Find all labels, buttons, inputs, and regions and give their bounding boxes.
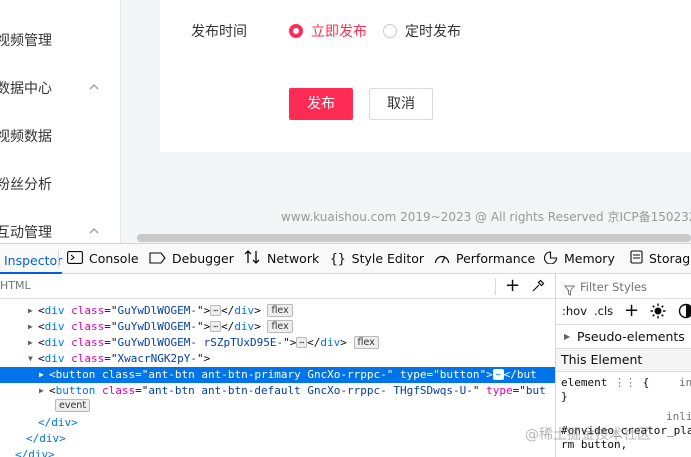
flex-badge[interactable]: flex: [267, 304, 293, 317]
rule-source-label[interactable]: inli: [666, 410, 691, 424]
tree-closing-tag: </div>: [38, 416, 78, 429]
tab-label: Console: [89, 251, 139, 266]
markup-view: HTML + ▶ <div class="GuYwDlWOGEM-"> ⋯ </di…: [0, 274, 555, 457]
ellipsis-badge: ⋯: [210, 321, 222, 332]
expand-arrow-icon[interactable]: ▶: [28, 335, 33, 351]
horizontal-scrollbar[interactable]: [137, 234, 691, 242]
radio-checked-icon: [289, 24, 303, 38]
tree-node-row[interactable]: ▶ <div class="GuYwDlWOGEM-"> ⋯ </div> flex: [0, 319, 555, 335]
tab-network[interactable]: Network: [244, 244, 319, 273]
radio-unchecked-icon: [383, 24, 397, 38]
event-badge-row: event: [0, 399, 555, 413]
storage-icon: [630, 245, 643, 274]
sidebar-item-label: 数据中心: [0, 81, 52, 97]
radio-label: 定时发布: [405, 24, 461, 40]
dark-mode-icon[interactable]: [678, 303, 691, 322]
ellipsis-badge: ⋯: [210, 305, 222, 316]
cancel-button[interactable]: 取消: [369, 88, 433, 120]
filter-styles-input[interactable]: Filter Styles: [580, 280, 647, 294]
web-app-viewport: 视频管理 数据中心 视频数据 粉丝分析 互动管理 发布时间 立即发布 定时发布 …: [0, 0, 691, 243]
hov-toggle[interactable]: :hov: [562, 304, 587, 318]
tab-label: Memory: [564, 251, 615, 266]
sidebar-item-label: 互动管理: [0, 225, 52, 241]
sidebar-divider: [120, 0, 121, 243]
flex-badge[interactable]: flex: [267, 320, 293, 333]
event-badge[interactable]: event: [55, 399, 91, 412]
pseudo-elements-label: Pseudo-elements: [577, 329, 685, 344]
light-mode-icon[interactable]: [650, 303, 666, 322]
tree-node-row[interactable]: ▶ <div class="GuYwDlWOGEM- rSZpTUxD95E-"…: [0, 335, 555, 351]
tab-inspector[interactable]: Inspector: [0, 244, 63, 274]
markup-search-input[interactable]: HTML: [0, 279, 31, 292]
console-icon: [67, 245, 83, 274]
filter-styles-bar: Filter Styles: [556, 274, 691, 299]
tree-closing-tag: </div>: [15, 448, 55, 457]
ellipsis-badge: ⋯: [296, 337, 308, 348]
tab-label: Network: [267, 251, 320, 266]
devtools-tabbar: Inspector Console Debugger Network {} Sty…: [0, 244, 691, 274]
tab-label: Debugger: [172, 251, 234, 266]
style-editor-icon: {}: [330, 252, 346, 267]
flex-badge[interactable]: flex: [353, 336, 379, 349]
markup-search-bar: HTML +: [0, 274, 555, 299]
radio-label: 立即发布: [311, 24, 367, 40]
sidebar-item-video-management[interactable]: 视频管理: [0, 31, 52, 51]
add-node-icon[interactable]: +: [505, 275, 520, 297]
sidebar-item-data-center[interactable]: 数据中心: [0, 79, 52, 99]
footer-copyright: www.kuaishou.com 2019~2023 @ All rights …: [281, 210, 691, 224]
sidebar-item-video-data[interactable]: 视频数据: [0, 127, 52, 147]
tab-label: Storage: [649, 251, 691, 266]
tab-console[interactable]: Console: [67, 244, 139, 273]
tab-label: Inspector: [4, 253, 63, 268]
tree-node-row-selected[interactable]: ▶ <button class="ant-btn ant-btn-primary…: [0, 367, 555, 383]
tree-node-row[interactable]: ▶ <button class="ant-btn ant-btn-default…: [0, 383, 555, 399]
tree-node-row[interactable]: ▶ <div class="GuYwDlWOGEM-"> ⋯ </div> flex: [0, 303, 555, 319]
watermark: @稀土掘金技术社区: [525, 427, 651, 443]
tree-node-row[interactable]: ▼ <div class="XwacrNGK2pY-">: [0, 351, 555, 367]
tab-performance[interactable]: Performance: [434, 244, 535, 273]
collapse-arrow-icon[interactable]: ▼: [28, 351, 33, 367]
expand-arrow-icon: ▶: [564, 332, 571, 341]
tab-storage[interactable]: Storage: [630, 244, 691, 273]
filter-icon: [563, 281, 576, 300]
expand-arrow-icon[interactable]: ▶: [28, 319, 33, 335]
tab-memory[interactable]: Memory: [543, 244, 615, 273]
this-element-header: This Element: [556, 349, 691, 372]
sidebar-item-label: 视频数据: [0, 129, 52, 145]
pseudo-elements-toggle[interactable]: ▶ Pseudo-elements: [556, 325, 691, 349]
expand-arrow-icon[interactable]: ▶: [28, 303, 33, 319]
publish-time-label: 发布时间: [191, 24, 247, 40]
sidebar-item-label: 粉丝分析: [0, 177, 52, 193]
performance-icon: [434, 245, 450, 274]
tab-label: Style Editor: [351, 251, 425, 266]
tab-style-editor[interactable]: {} Style Editor: [330, 244, 424, 273]
chevron-up-icon[interactable]: [88, 81, 100, 93]
cls-toggle[interactable]: .cls: [594, 304, 613, 318]
network-icon: [244, 245, 261, 274]
sidebar: 视频管理 数据中心 视频数据 粉丝分析 互动管理: [0, 0, 120, 243]
expand-arrow-icon[interactable]: ▶: [39, 367, 44, 383]
chevron-up-icon[interactable]: [88, 225, 100, 237]
element-rule[interactable]: element ⋮⋮ {inli: [561, 376, 691, 390]
add-rule-icon[interactable]: +: [624, 300, 639, 321]
debugger-icon: [149, 245, 166, 274]
publish-button[interactable]: 发布: [289, 88, 353, 120]
tree-closing-tag: </div>: [26, 432, 66, 445]
tab-label: Performance: [456, 251, 536, 266]
eyedropper-icon[interactable]: [531, 278, 545, 297]
screen: 视频管理 数据中心 视频数据 粉丝分析 互动管理 发布时间 立即发布 定时发布 …: [0, 0, 691, 457]
rules-toolbar: :hov .cls +: [556, 299, 691, 325]
memory-icon: [543, 245, 558, 274]
ellipsis-badge: ⋯: [492, 369, 504, 380]
sidebar-item-label: 视频管理: [0, 33, 52, 49]
sidebar-item-fans-analysis[interactable]: 粉丝分析: [0, 175, 52, 195]
element-rule-close: }: [561, 390, 568, 403]
expand-arrow-icon[interactable]: ▶: [39, 383, 44, 399]
tab-debugger[interactable]: Debugger: [149, 244, 234, 273]
sidebar-item-interaction-management[interactable]: 互动管理: [0, 223, 52, 243]
